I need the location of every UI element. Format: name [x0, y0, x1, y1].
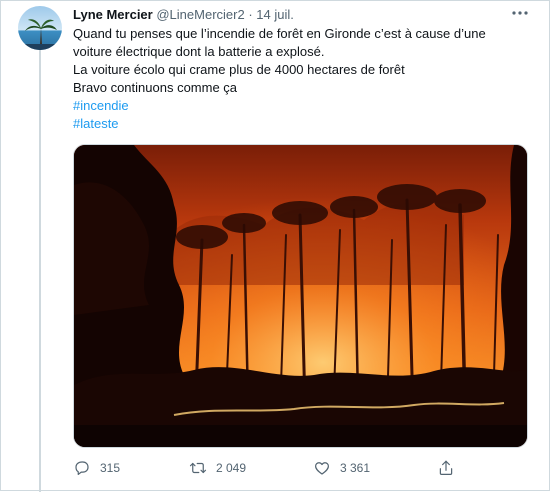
like-count: 3 361 — [340, 461, 371, 475]
reply-icon — [75, 461, 89, 475]
retweet-count: 2 049 — [216, 461, 247, 475]
share-button[interactable] — [437, 457, 464, 479]
more-horizontal-icon[interactable] — [510, 5, 530, 21]
tweet-text-line: La voiture écolo qui crame plus de 4000 … — [73, 62, 405, 77]
tweet-date[interactable]: 14 juil. — [256, 7, 294, 22]
forest-fire-image — [74, 145, 527, 447]
tweet-text-line: Quand tu penses que l’incendie de forêt … — [73, 26, 486, 41]
share-icon — [439, 460, 453, 475]
author-handle[interactable]: @LineMercier2 — [156, 7, 244, 22]
tweet-card[interactable]: Lyne Mercier @LineMercier2 · 14 juil. Qu… — [0, 0, 550, 492]
like-button[interactable]: 3 361 — [313, 457, 370, 479]
like-icon — [315, 462, 329, 475]
avatar-image — [18, 6, 62, 50]
retweet-button[interactable]: 2 049 — [189, 457, 246, 479]
tweet-photo[interactable] — [73, 144, 528, 448]
reply-button[interactable]: 315 — [73, 457, 120, 479]
hashtag-incendie[interactable]: #incendie — [73, 97, 533, 115]
tweet-text-line: Bravo continuons comme ça — [73, 80, 238, 95]
tweet-text-line: voiture électrique dont la batterie a ex… — [73, 44, 325, 59]
retweet-icon — [189, 462, 207, 474]
reply-count: 315 — [100, 461, 121, 475]
hashtag-lateste[interactable]: #lateste — [73, 115, 533, 133]
separator: · — [248, 7, 253, 22]
tweet-actions: 315 2 049 3 361 — [73, 457, 473, 479]
author-name[interactable]: Lyne Mercier — [73, 7, 153, 22]
avatar[interactable] — [18, 6, 62, 50]
tweet-text: Quand tu penses que l’incendie de forêt … — [73, 25, 533, 133]
tweet-header: Lyne Mercier @LineMercier2 · 14 juil. — [73, 6, 294, 24]
thread-line — [39, 49, 41, 492]
